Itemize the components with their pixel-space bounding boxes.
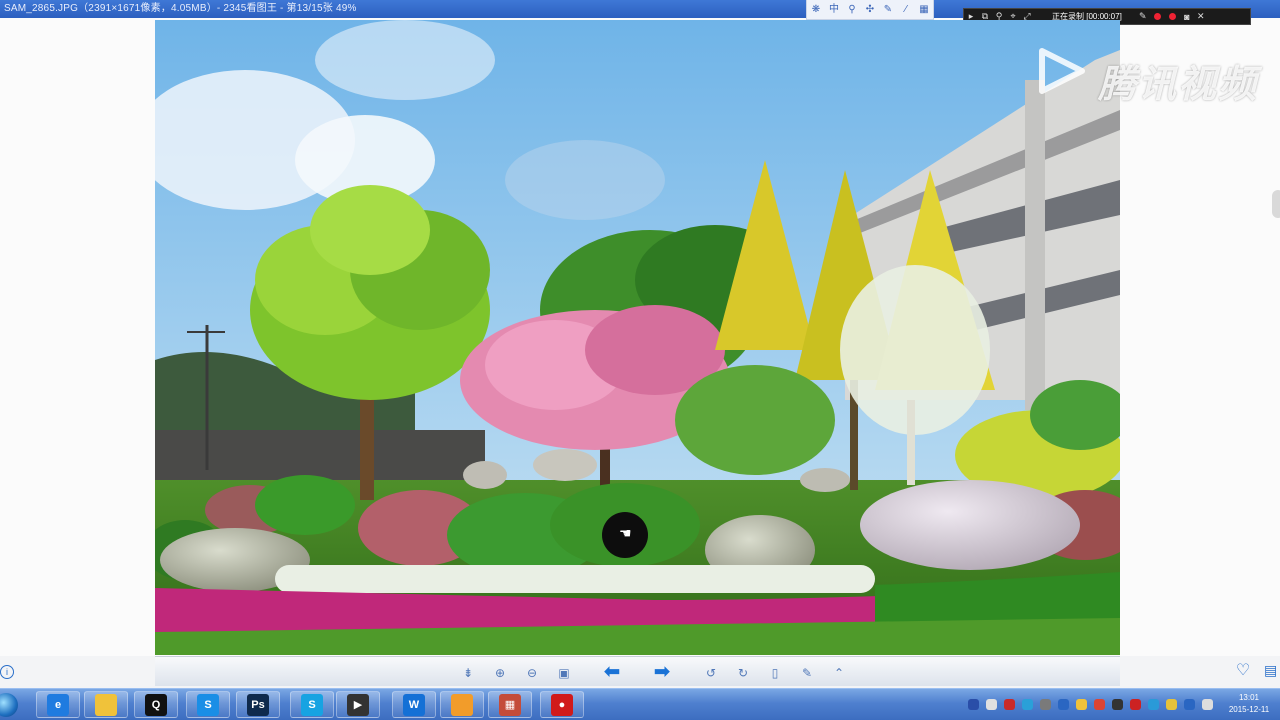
close-icon[interactable]: ✕ [1194,11,1208,22]
folder-icon[interactable]: ▤ [1264,662,1280,678]
info-circle-icon[interactable]: i [0,665,14,679]
fit-icon[interactable]: ⇟ [460,665,476,681]
windows-orb-icon [0,693,18,717]
more-icon[interactable]: ⌃ [831,665,847,681]
arrows-icon[interactable]: ✣ [865,4,876,15]
tray-icon[interactable] [968,699,979,710]
tray-icon[interactable] [986,699,997,710]
viewer-bottom-bar: ⇟ ⊕ ⊖ ▣ ⬅ ➡ ↺ ↻ ▯ ✎ ⌃ [0,656,1280,688]
record-dot[interactable] [1168,13,1176,20]
taskbar: e Q S Ps S ▶ W ▦ ● 13:01 2015-12-11 [0,688,1280,720]
tray-icon[interactable] [1022,699,1033,710]
tray-icon[interactable] [1166,699,1177,710]
taskbar-app-qq[interactable]: Q [134,691,178,718]
photoshop-icon: Ps [247,693,269,716]
browser-icon: S [301,693,323,716]
taskbar-app-explorer[interactable] [84,691,128,718]
taskbar-app-viewer[interactable]: ▦ [488,691,532,718]
viewer-toolbar: ❋ 中 ⚲ ✣ ✎ ⁄ ▦ [806,0,934,20]
tray-icon[interactable] [1076,699,1087,710]
tray-icon[interactable] [1148,699,1159,710]
grid-icon[interactable]: ▦ [919,4,930,15]
taskbar-app-wps[interactable]: W [392,691,436,718]
video-watermark: 腾讯视频 [1030,45,1260,106]
wps-icon: W [403,693,425,716]
landscape-photo [155,20,1120,655]
viewer-icon: ▦ [499,693,521,716]
explorer-icon [95,693,117,716]
taskbar-app-media[interactable]: ▶ [336,691,380,718]
tray-icon[interactable] [1112,699,1123,710]
paint-icon [451,693,473,716]
taskbar-app-recorder[interactable]: ● [540,691,584,718]
sogou-icon: S [197,693,219,716]
next-arrow-icon[interactable]: ➡ [649,662,675,682]
rotate-icon[interactable]: 中 [829,4,840,15]
media-icon: ▶ [347,693,369,716]
qq-icon: Q [145,693,167,716]
tray-icon[interactable] [1058,699,1069,710]
clock-date: 2015-12-11 [1228,705,1270,714]
zoom-out-icon[interactable]: ⊖ [524,665,540,681]
start-button[interactable] [0,691,24,719]
taskbar-app-ie[interactable]: e [36,691,80,718]
window-title: SAM_2865.JPG（2391×1671像素，4.05MB）- 2345看图… [4,3,357,14]
pen-icon[interactable]: ✎ [1136,11,1150,22]
hand-cursor-icon: ☚ [619,525,632,541]
watermark-text: 腾讯视频 [1098,64,1259,106]
tray-icon[interactable] [1184,699,1195,710]
pin-icon[interactable]: ⚲ [847,4,858,15]
clock[interactable]: 13:01 2015-12-11 [1218,692,1280,716]
recorder-icon: ● [551,693,573,716]
scroll-indicator[interactable] [1272,190,1280,218]
prev-arrow-icon[interactable]: ⬅ [599,662,625,682]
tray-icon[interactable] [1130,699,1141,710]
rotate-right-icon[interactable]: ↻ [735,665,751,681]
paw-icon[interactable]: ❋ [811,4,822,15]
wand-icon[interactable]: ⁄ [901,4,912,15]
edit-icon[interactable]: ✎ [799,665,815,681]
play-logo-icon [1039,48,1085,94]
rotate-left-icon[interactable]: ↺ [703,665,719,681]
pen-icon[interactable]: ✎ [883,4,894,15]
viewer-controls: ⇟ ⊕ ⊖ ▣ ⬅ ➡ ↺ ↻ ▯ ✎ ⌃ [155,656,1120,686]
taskbar-app-photoshop[interactable]: Ps [236,691,280,718]
ie-icon: e [47,693,69,716]
taskbar-app-paint[interactable] [440,691,484,718]
record-dot[interactable] [1153,13,1161,20]
camera-icon[interactable]: ◙ [1180,12,1194,22]
garden-image [155,20,1120,655]
taskbar-app-browser[interactable]: S [290,691,334,718]
delete-icon[interactable]: ▯ [767,665,783,681]
clock-time: 13:01 [1238,693,1260,702]
tray-icon[interactable] [1004,699,1015,710]
tray-icon[interactable] [1094,699,1105,710]
tray-icon[interactable] [1040,699,1051,710]
cursor-highlight: ☚ [602,512,648,558]
zoom-in-icon[interactable]: ⊕ [492,665,508,681]
volume-icon[interactable] [1202,699,1213,710]
taskbar-app-sogou[interactable]: S [186,691,230,718]
info-icon[interactable]: ▣ [556,665,572,681]
heart-icon[interactable]: ♡ [1234,662,1252,680]
